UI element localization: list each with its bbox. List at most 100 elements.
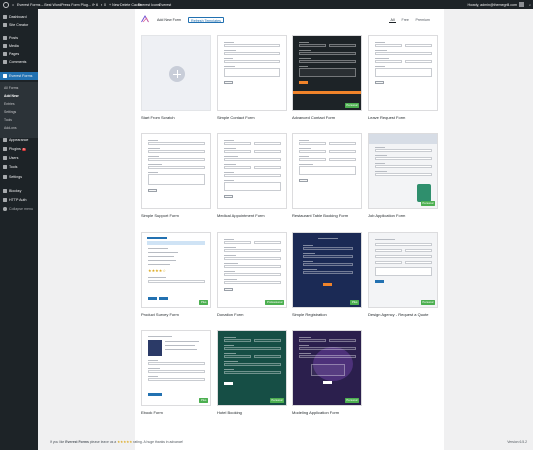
field-label bbox=[224, 140, 234, 141]
user-avatar[interactable] bbox=[519, 1, 524, 7]
plus-icon[interactable] bbox=[169, 66, 185, 82]
template-title[interactable]: Simple Contact Form bbox=[217, 115, 292, 120]
site-creator-icon bbox=[3, 23, 7, 27]
howdy-greeting[interactable]: Howdy, admin@themegrill.com bbox=[467, 3, 517, 7]
sidebar-item-http-auth[interactable]: HTTP Auth bbox=[0, 196, 38, 204]
wrench-icon bbox=[3, 165, 7, 169]
everest-link[interactable]: Everest bbox=[159, 3, 171, 7]
field-input bbox=[224, 265, 281, 268]
template-thumbnail[interactable]: Professional bbox=[217, 232, 287, 308]
header-strip bbox=[369, 134, 437, 144]
template-title[interactable]: Hotel Booking bbox=[217, 410, 292, 415]
comments-count[interactable]: 0 bbox=[104, 3, 106, 7]
home-icon[interactable]: ⌂ bbox=[12, 3, 14, 7]
template-thumbnail[interactable]: Personal bbox=[292, 35, 362, 111]
refresh-templates-button[interactable]: Refresh Templates bbox=[188, 17, 224, 23]
sidebar-item-site-creator[interactable]: Site Creator bbox=[0, 21, 38, 29]
template-title[interactable]: Medical Appointment Form bbox=[217, 213, 292, 218]
submenu-add-new[interactable]: Add New bbox=[4, 94, 19, 98]
template-title[interactable]: Leave Request Form bbox=[368, 115, 443, 120]
template-title[interactable]: Ebook Form bbox=[141, 410, 216, 415]
sidebar-item-everest-forms[interactable]: Everest Forms bbox=[0, 72, 38, 80]
template-thumbnail[interactable]: Plus bbox=[141, 330, 211, 406]
field-input bbox=[303, 255, 353, 258]
template-thumbnail[interactable] bbox=[141, 133, 211, 209]
template-title[interactable]: Modeling Application Form bbox=[292, 410, 367, 415]
sidebar-item-label: Everest Forms bbox=[9, 74, 33, 78]
sidebar-item-settings[interactable]: Settings bbox=[0, 173, 38, 181]
updates-icon[interactable]: ⟳ bbox=[92, 3, 95, 7]
new-content-link[interactable]: + New bbox=[109, 3, 119, 7]
submenu-settings[interactable]: Settings bbox=[4, 110, 16, 114]
field-input bbox=[299, 347, 356, 350]
submit-button-preview bbox=[224, 288, 233, 291]
sidebar-item-dashboard[interactable]: Dashboard bbox=[0, 13, 38, 21]
field-label bbox=[224, 247, 236, 248]
sidebar-item-appearance[interactable]: Appearance bbox=[0, 136, 38, 144]
plan-badge: Professional bbox=[265, 299, 284, 305]
everest-icons-link[interactable]: Everest Icons bbox=[138, 3, 160, 7]
description-line bbox=[165, 345, 195, 346]
template-title[interactable]: Start From Scratch bbox=[141, 115, 216, 120]
template-thumbnail[interactable]: Personal bbox=[292, 330, 362, 406]
field-input bbox=[254, 355, 281, 358]
sidebar-item-media[interactable]: Media bbox=[0, 42, 38, 50]
template-thumbnail[interactable] bbox=[217, 133, 287, 209]
search-icon[interactable]: ⌕ bbox=[529, 3, 531, 7]
field-label bbox=[375, 155, 387, 156]
template-title[interactable]: Product Survey Form bbox=[141, 312, 216, 317]
template-title[interactable]: Design Agency - Request a Quote bbox=[368, 312, 443, 317]
field-input bbox=[224, 363, 281, 366]
tab-free[interactable]: Free bbox=[400, 17, 410, 23]
field-label bbox=[148, 264, 170, 265]
plan-badge: Personal bbox=[420, 200, 435, 206]
sidebar-item-plugins[interactable]: Plugins 6 bbox=[0, 145, 38, 153]
field-textarea bbox=[299, 68, 356, 77]
template-thumbnail[interactable] bbox=[368, 35, 438, 111]
template-thumbnail[interactable] bbox=[292, 133, 362, 209]
field-label bbox=[224, 345, 234, 346]
submenu-all-forms[interactable]: All Forms bbox=[4, 86, 18, 90]
wordpress-logo-icon[interactable] bbox=[3, 1, 9, 8]
field-input bbox=[148, 166, 205, 169]
field-input bbox=[224, 174, 281, 177]
field-textarea bbox=[224, 68, 280, 77]
template-title[interactable]: Job Application Form bbox=[368, 213, 443, 218]
template-thumbnail[interactable]: Personal bbox=[217, 330, 287, 406]
template-title[interactable]: Advanced Contact Form bbox=[292, 115, 367, 120]
submenu-tools[interactable]: Tools bbox=[4, 118, 12, 122]
template-title[interactable]: Donation Form bbox=[217, 312, 292, 317]
submit-button-preview bbox=[299, 179, 308, 182]
submit-button-preview bbox=[148, 189, 157, 192]
comment-bubble-icon[interactable]: ▪ bbox=[101, 3, 102, 7]
submenu-entries[interactable]: Entries bbox=[4, 102, 15, 106]
template-title[interactable]: Simple Support Form bbox=[141, 213, 216, 218]
template-title[interactable]: Restaurant Table Booking Form bbox=[292, 213, 367, 218]
sidebar-item-posts[interactable]: Posts bbox=[0, 34, 38, 42]
sidebar-item-tools[interactable]: Tools bbox=[0, 163, 38, 171]
tab-premium[interactable]: Premium bbox=[414, 17, 431, 23]
collapse-menu-button[interactable]: Collapse menu bbox=[0, 205, 38, 213]
template-thumbnail[interactable] bbox=[141, 35, 211, 111]
field-input bbox=[303, 247, 353, 250]
admin-bar: ⌂ Everest Forms – Best WordPress Form Pl… bbox=[0, 0, 533, 9]
plant-illustration bbox=[417, 184, 431, 202]
template-thumbnail[interactable]: ★★★★☆ Plus bbox=[141, 232, 211, 308]
sidebar-item-comments[interactable]: Comments bbox=[0, 58, 38, 66]
field-label bbox=[299, 148, 311, 149]
sidebar-item-blocksy[interactable]: Blocksy bbox=[0, 187, 38, 195]
sidebar-item-users[interactable]: Users bbox=[0, 154, 38, 162]
submenu-add-ons[interactable]: Add-ons bbox=[4, 126, 17, 130]
template-thumbnail[interactable]: Personal bbox=[368, 133, 438, 209]
site-title-link[interactable]: Everest Forms – Best WordPress Form Plug… bbox=[17, 3, 91, 7]
rating-stars-link[interactable]: ★★★★★ bbox=[117, 440, 132, 444]
register-button-preview bbox=[323, 283, 332, 286]
tab-all[interactable]: All bbox=[389, 17, 396, 23]
updates-count[interactable]: 6 bbox=[96, 3, 98, 7]
template-thumbnail[interactable] bbox=[217, 35, 287, 111]
template-thumbnail[interactable]: Plus bbox=[292, 232, 362, 308]
ebook-cover bbox=[148, 340, 162, 356]
template-thumbnail[interactable]: Personal bbox=[368, 232, 438, 308]
sidebar-item-pages[interactable]: Pages bbox=[0, 50, 38, 58]
template-title[interactable]: Simple Registration bbox=[292, 312, 367, 317]
